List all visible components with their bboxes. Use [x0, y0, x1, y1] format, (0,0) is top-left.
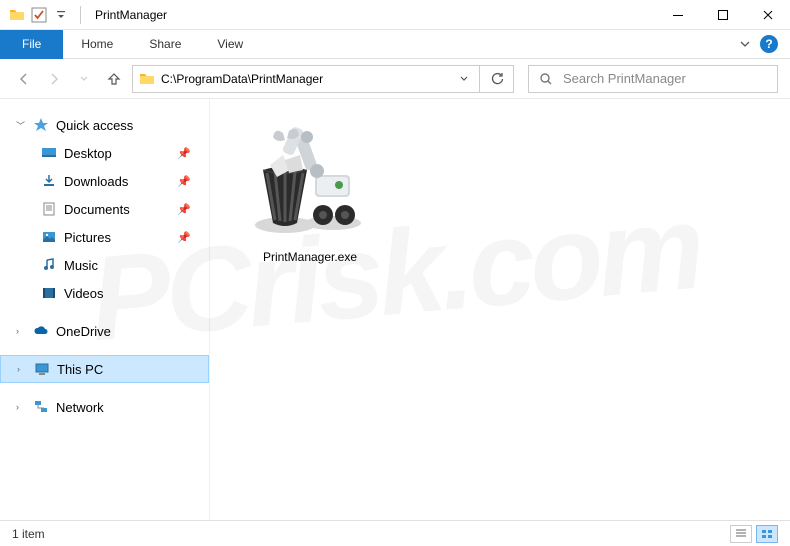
file-item[interactable]: PrintManager.exe — [230, 115, 390, 264]
collapse-icon[interactable]: ﹀ — [16, 119, 26, 132]
this-pc-icon — [33, 361, 51, 377]
details-view-button[interactable] — [730, 525, 752, 543]
qat-dropdown-icon[interactable] — [52, 6, 70, 24]
search-placeholder: Search PrintManager — [563, 71, 686, 86]
address-dropdown-icon[interactable] — [455, 74, 473, 84]
folder-icon — [139, 71, 155, 87]
ribbon-expand-icon[interactable] — [738, 37, 752, 51]
window-title: PrintManager — [95, 8, 167, 22]
expand-icon[interactable]: › — [16, 326, 26, 336]
pin-icon: 📌 — [177, 147, 191, 160]
address-path: C:\ProgramData\PrintManager — [161, 72, 455, 86]
sidebar-item-downloads[interactable]: Downloads 📌 — [0, 167, 209, 195]
sidebar-item-videos[interactable]: Videos — [0, 279, 209, 307]
sidebar-item-label: Pictures — [64, 230, 111, 245]
sidebar-item-label: Desktop — [64, 146, 112, 161]
close-button[interactable] — [745, 0, 790, 30]
pin-icon: 📌 — [177, 175, 191, 188]
status-item-count: 1 item — [12, 527, 45, 541]
tab-view[interactable]: View — [199, 30, 261, 59]
file-list[interactable]: PrintManager.exe — [210, 99, 790, 520]
search-input[interactable]: Search PrintManager — [528, 65, 778, 93]
downloads-icon — [40, 173, 58, 189]
tab-share[interactable]: Share — [131, 30, 199, 59]
large-icons-view-button[interactable] — [756, 525, 778, 543]
address-bar[interactable]: C:\ProgramData\PrintManager — [132, 65, 480, 93]
pin-icon: 📌 — [177, 231, 191, 244]
documents-icon — [40, 201, 58, 217]
file-name: PrintManager.exe — [263, 250, 357, 264]
file-tab[interactable]: File — [0, 30, 63, 59]
maximize-button[interactable] — [700, 0, 745, 30]
pictures-icon — [40, 229, 58, 245]
sidebar-item-label: Quick access — [56, 118, 133, 133]
onedrive-icon — [32, 323, 50, 339]
back-button[interactable] — [12, 67, 36, 91]
sidebar-item-label: Documents — [64, 202, 130, 217]
sidebar-item-label: Music — [64, 258, 98, 273]
separator — [80, 6, 81, 24]
search-icon — [539, 72, 553, 86]
sidebar-item-network[interactable]: › Network — [0, 393, 209, 421]
up-button[interactable] — [102, 67, 126, 91]
music-icon — [40, 257, 58, 273]
sidebar-item-pictures[interactable]: Pictures 📌 — [0, 223, 209, 251]
sidebar-item-onedrive[interactable]: › OneDrive — [0, 317, 209, 345]
sidebar-item-documents[interactable]: Documents 📌 — [0, 195, 209, 223]
sidebar-item-label: OneDrive — [56, 324, 111, 339]
sidebar-item-label: Downloads — [64, 174, 128, 189]
minimize-button[interactable] — [655, 0, 700, 30]
sidebar-item-label: This PC — [57, 362, 103, 377]
sidebar-item-music[interactable]: Music — [0, 251, 209, 279]
help-icon[interactable]: ? — [760, 35, 778, 53]
tab-home[interactable]: Home — [63, 30, 131, 59]
navigation-pane: ﹀ Quick access Desktop 📌 Downloads 📌 Doc… — [0, 99, 210, 520]
network-icon — [32, 399, 50, 415]
sidebar-item-label: Network — [56, 400, 104, 415]
recent-dropdown-icon[interactable] — [72, 67, 96, 91]
file-thumbnail-icon — [245, 115, 375, 245]
sidebar-item-desktop[interactable]: Desktop 📌 — [0, 139, 209, 167]
sidebar-item-quick-access[interactable]: ﹀ Quick access — [0, 111, 209, 139]
quick-access-icon — [32, 117, 50, 133]
expand-icon[interactable]: › — [17, 364, 27, 374]
pin-icon: 📌 — [177, 203, 191, 216]
forward-button[interactable] — [42, 67, 66, 91]
expand-icon[interactable]: › — [16, 402, 26, 412]
folder-icon — [8, 6, 26, 24]
videos-icon — [40, 285, 58, 301]
refresh-button[interactable] — [480, 65, 514, 93]
sidebar-item-label: Videos — [64, 286, 104, 301]
desktop-icon — [40, 145, 58, 161]
sidebar-item-this-pc[interactable]: › This PC — [0, 355, 209, 383]
checkbox-icon[interactable] — [30, 6, 48, 24]
